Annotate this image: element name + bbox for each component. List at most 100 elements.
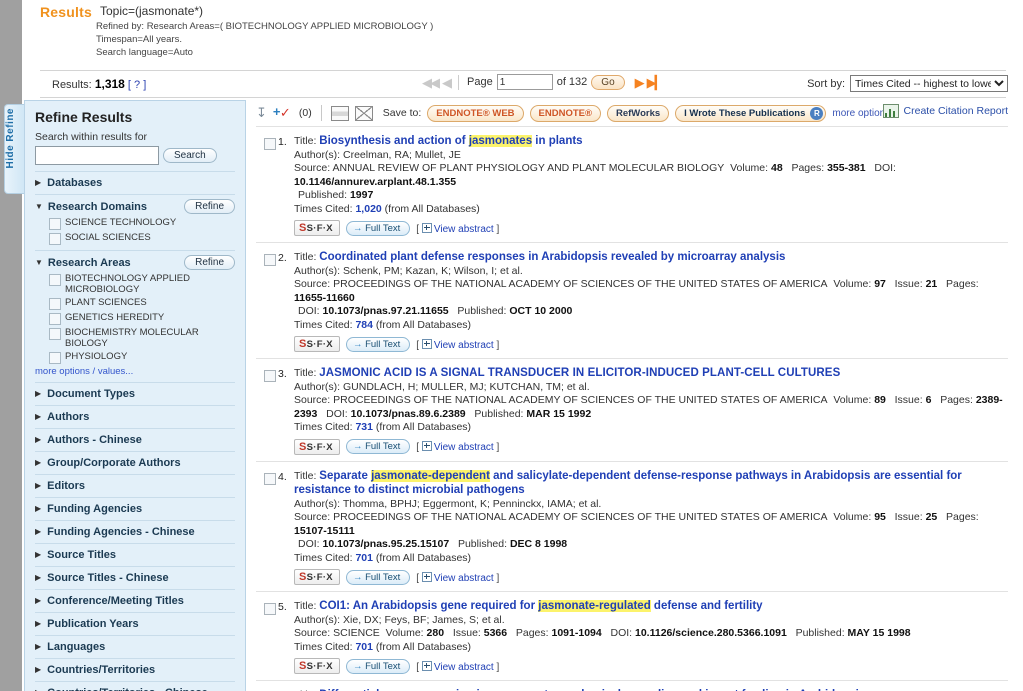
view-abstract-control[interactable]: [ View abstract ] [416,571,499,584]
volume-value: 89 [874,394,886,406]
full-text-button[interactable]: → Full Text [345,658,411,674]
full-text-button[interactable]: → Full Text [345,439,411,454]
sfx-button[interactable]: SS·F·X [294,438,340,455]
pages-value: 15107-15111 [294,524,355,537]
full-text-button[interactable]: → Full Text [345,220,411,236]
facet-publication-years[interactable]: ▶ Publication Years [35,612,235,635]
add-to-marked-list-icon[interactable]: + ✓ [273,105,293,121]
facet-option[interactable]: SCIENCE TECHNOLOGY [49,217,235,230]
facet-checkbox[interactable] [49,328,61,340]
view-abstract-label[interactable]: View abstract [434,224,494,235]
chevron-right-icon: ▶ [35,481,42,490]
email-icon[interactable] [354,105,373,121]
page-input[interactable] [496,74,553,90]
view-abstract-label[interactable]: View abstract [434,573,494,584]
i-wrote-these-publications-button[interactable]: I Wrote These Publications R [675,104,827,122]
record-item: 5. Title: COI1: An Arabidopsis gene requi… [256,591,1008,680]
record-checkbox[interactable] [264,603,276,615]
facet-checkbox[interactable] [49,352,61,364]
facet-databases[interactable]: ▶ Databases [35,171,235,194]
doi-value: 10.1126/science.280.5366.1091 [635,627,787,639]
facet-option[interactable]: PHYSIOLOGY [49,351,235,364]
print-icon[interactable] [330,105,349,121]
view-abstract-label[interactable]: View abstract [434,340,494,351]
times-cited-label: Times Cited: [294,551,356,564]
results-summary-header: Results Topic=(jasmonate*) Refined by: R… [40,4,1000,59]
times-cited-value[interactable]: 701 [355,552,373,564]
record-links: SS·F·X → Full Text [ View abstract ] [294,336,1008,352]
facet-countries-territories[interactable]: ▶ Countries/Territories [35,658,235,681]
next-page-icon[interactable]: ▶ [635,76,645,89]
facet-funding-agencies-chinese[interactable]: ▶ Funding Agencies - Chinese [35,520,235,543]
results-help-link[interactable]: [ ? ] [128,79,146,91]
times-cited-value[interactable]: 731 [355,421,373,433]
full-text-button[interactable]: → Full Text [345,569,411,585]
facet-option[interactable]: PLANT SCIENCES [49,297,235,310]
first-page-icon[interactable]: ◀◀ [422,76,440,89]
full-text-button[interactable]: → Full Text [345,336,411,352]
save-endnote-web-button[interactable]: ENDNOTE® WEB [427,104,524,122]
facet-refine-button[interactable]: Refine [184,255,235,270]
record-checkbox[interactable] [264,370,276,382]
record-source-continued: DOI: 10.1073/pnas.97.21.11655 Published:… [294,305,1008,319]
view-abstract-control[interactable]: [ View abstract ] [416,338,499,351]
save-refworks-button[interactable]: RefWorks [606,104,670,122]
view-abstract-control[interactable]: [ View abstract ] [416,440,499,453]
divider-results-bar [40,97,1006,98]
search-within-input[interactable] [35,146,159,165]
create-citation-report-link[interactable]: Create Citation Report [882,104,1008,118]
facet-source-titles-chinese[interactable]: ▶ Source Titles - Chinese [35,566,235,589]
facet-label: Research Areas [47,256,131,269]
sort-select[interactable]: Times Cited -- highest to lowest [850,75,1008,92]
more-options-values-link[interactable]: more options / values... [35,366,235,377]
record-checkbox[interactable] [264,254,276,266]
facet-checkbox[interactable] [49,298,61,310]
facet-source-titles[interactable]: ▶ Source Titles [35,543,235,566]
save-endnote-button[interactable]: ENDNOTE® [529,104,601,122]
search-within-button[interactable]: Search [163,148,217,163]
facet-option[interactable]: GENETICS HEREDITY [49,312,235,325]
record-title-link[interactable]: COI1: An Arabidopsis gene required for j… [319,600,763,612]
view-abstract-control[interactable]: [ View abstract ] [416,660,499,673]
facet-checkbox[interactable] [49,233,61,245]
times-cited-value[interactable]: 701 [355,641,373,653]
facet-conference-meeting-titles[interactable]: ▶ Conference/Meeting Titles [35,589,235,612]
facet-checkbox[interactable] [49,218,61,230]
facet-funding-agencies[interactable]: ▶ Funding Agencies [35,497,235,520]
go-button[interactable]: Go [591,74,625,90]
facet-header[interactable]: ▼ Research Areas Refine [35,255,235,270]
times-cited-value[interactable]: 784 [355,319,373,331]
sfx-button[interactable]: SS·F·X [294,220,340,236]
down-arrow-icon[interactable]: ↧ [256,105,267,121]
view-abstract-control[interactable]: [ View abstract ] [416,222,499,235]
facet-option[interactable]: SOCIAL SCIENCES [49,232,235,245]
sfx-button[interactable]: SS·F·X [294,569,340,585]
facet-group-corporate-authors[interactable]: ▶ Group/Corporate Authors [35,451,235,474]
facet-languages[interactable]: ▶ Languages [35,635,235,658]
facet-header[interactable]: ▼ Research Domains Refine [35,199,235,214]
facet-document-types[interactable]: ▶ Document Types [35,382,235,405]
facet-authors[interactable]: ▶ Authors [35,405,235,428]
record-title-link[interactable]: Separate jasmonate-dependent and salicyl… [294,469,962,496]
record-checkbox[interactable] [264,472,276,485]
facet-option[interactable]: BIOTECHNOLOGY APPLIED MICROBIOLOGY [49,273,235,295]
view-abstract-label[interactable]: View abstract [434,442,494,453]
last-page-icon[interactable]: ▶▎ [647,76,665,89]
record-checkbox[interactable] [264,138,276,150]
sfx-button[interactable]: SS·F·X [294,336,340,352]
times-cited-value[interactable]: 1,020 [355,203,381,215]
record-title-link[interactable]: Coordinated plant defense responses in A… [319,251,785,263]
record-title-link[interactable]: JASMONIC ACID IS A SIGNAL TRANSDUCER IN … [319,367,840,379]
facet-editors[interactable]: ▶ Editors [35,474,235,497]
record-title-link[interactable]: Biosynthesis and action of jasmonates in… [319,135,583,147]
view-abstract-label[interactable]: View abstract [434,662,494,673]
facet-checkbox[interactable] [49,313,61,325]
facet-countries-territories-chinese[interactable]: ▶Countries/Territories - Chinese [35,681,235,691]
facet-option[interactable]: BIOCHEMISTRY MOLECULAR BIOLOGY [49,327,235,349]
facet-checkbox[interactable] [49,274,61,286]
prev-page-icon[interactable]: ◀ [442,76,452,89]
hide-refine-tab[interactable]: Hide Refine [4,104,25,194]
facet-authors-chinese[interactable]: ▶ Authors - Chinese [35,428,235,451]
facet-refine-button[interactable]: Refine [184,199,235,214]
sfx-button[interactable]: SS·F·X [294,658,340,674]
